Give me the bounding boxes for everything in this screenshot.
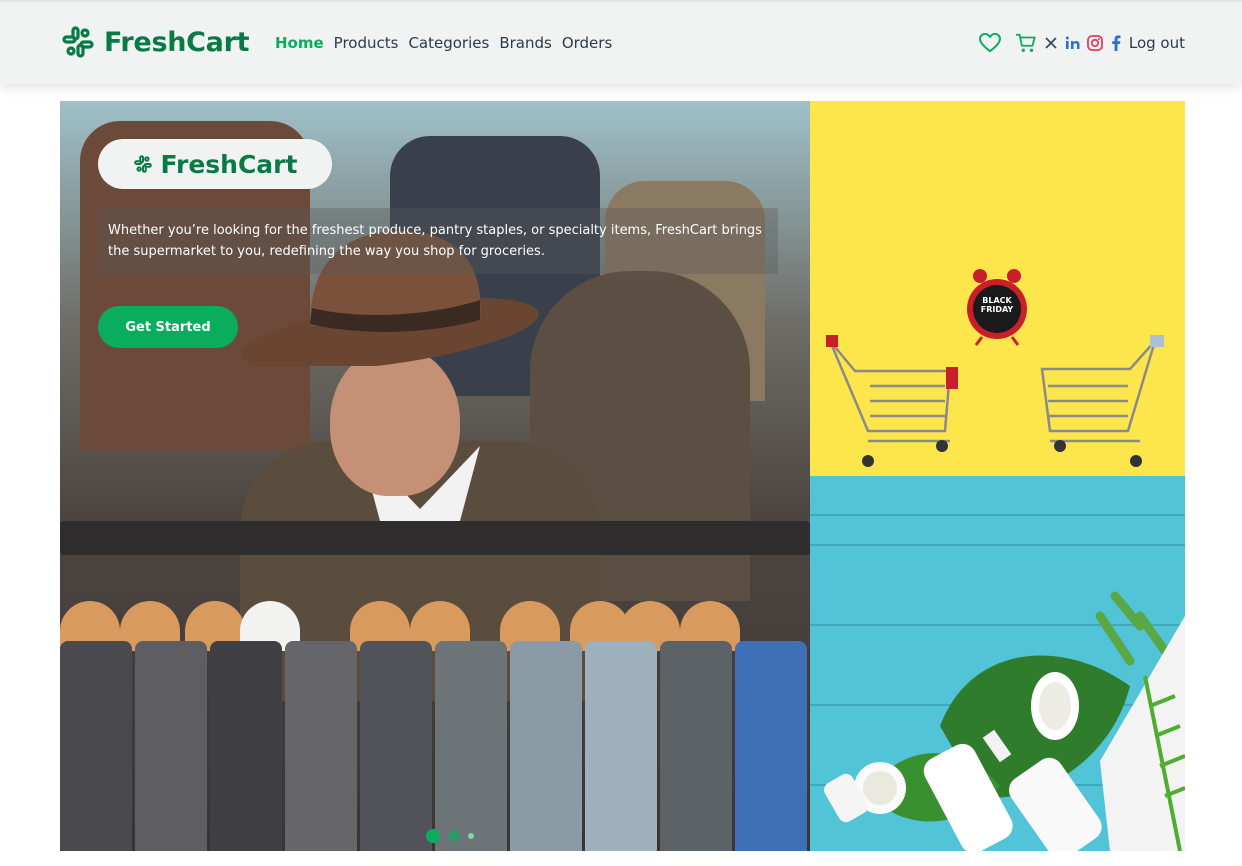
hero-description: Whether you’re looking for the freshest … — [98, 208, 778, 274]
facebook-icon[interactable] — [1111, 35, 1121, 51]
x-icon[interactable] — [1045, 37, 1057, 49]
suit-image — [435, 641, 507, 851]
brand-name: FreshCart — [104, 26, 250, 58]
get-started-button[interactable]: Get Started — [98, 306, 238, 348]
hero-brand-badge: FreshCart — [98, 139, 332, 189]
nav-link-products[interactable]: Products — [334, 34, 399, 52]
suit-image — [510, 641, 582, 851]
suit-image — [660, 641, 732, 851]
suit-image — [135, 641, 207, 851]
freshcart-logo-icon — [62, 26, 94, 58]
nav-link-categories[interactable]: Categories — [408, 34, 489, 52]
hero-slider: FreshCart Whether you’re looking for the… — [60, 101, 810, 851]
cart-icon[interactable] — [1015, 32, 1037, 54]
freshcart-logo-icon — [133, 155, 152, 173]
clock-label: BLACK FRIDAY — [980, 296, 1014, 314]
hero-brand-name: FreshCart — [160, 149, 298, 179]
slider-dot-2[interactable] — [448, 830, 460, 842]
nav-actions: Log out — [978, 32, 1185, 54]
suit-image — [735, 641, 807, 851]
slider-dot-1[interactable] — [426, 829, 440, 843]
nav-link-brands[interactable]: Brands — [499, 34, 552, 52]
cosmetics-image — [810, 476, 1185, 851]
slider-dot-3[interactable] — [468, 833, 474, 839]
nav-link-home[interactable]: Home — [275, 34, 324, 52]
clothing-rail-image — [60, 521, 810, 555]
suit-image — [585, 641, 657, 851]
suit-image — [360, 641, 432, 851]
cosmetics-products-image — [824, 591, 1185, 851]
shopping-carts-image — [826, 269, 1164, 467]
instagram-icon[interactable] — [1086, 35, 1103, 51]
suit-image — [285, 641, 357, 851]
heart-icon[interactable] — [978, 33, 1001, 53]
slider-dots — [426, 829, 474, 843]
clock-text-black: BLACK — [982, 296, 1012, 305]
suit-image — [210, 641, 282, 851]
navbar: FreshCart Home Products Categories Brand… — [0, 0, 1242, 84]
person-face-image — [330, 346, 460, 496]
main-nav: Home Products Categories Brands Orders — [275, 34, 612, 52]
suit-image — [60, 641, 132, 851]
logout-link[interactable]: Log out — [1129, 34, 1185, 52]
nav-link-orders[interactable]: Orders — [562, 34, 612, 52]
brand-logo[interactable]: FreshCart — [60, 24, 250, 60]
linkedin-icon[interactable] — [1065, 36, 1081, 50]
clock-text-friday: FRIDAY — [980, 305, 1014, 314]
black-friday-image: BLACK FRIDAY — [810, 101, 1185, 476]
